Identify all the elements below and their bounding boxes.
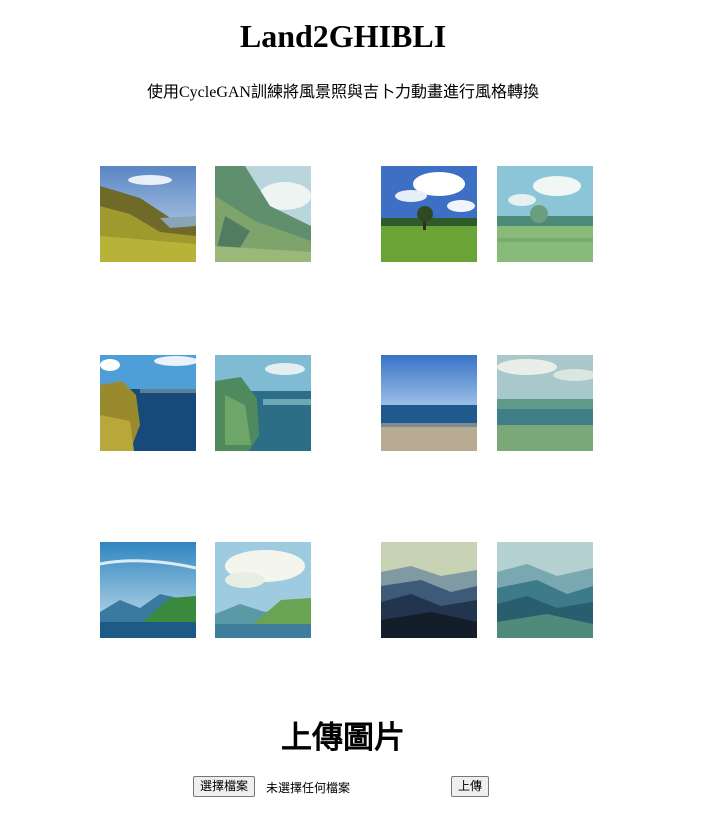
- choose-file-button[interactable]: 選擇檔案: [193, 776, 256, 797]
- sample-converted-image-2: [497, 166, 593, 262]
- sample-converted-image-4: [497, 355, 593, 451]
- page-title: Land2GHIBLI: [239, 18, 447, 54]
- sample-converted-image-1: [215, 166, 311, 262]
- upload-submit-button[interactable]: 上傳: [451, 776, 490, 797]
- file-selection-status: 未選擇任何檔案: [266, 781, 351, 795]
- upload-heading: 上傳圖片: [281, 720, 405, 756]
- sample-original-image-3: [100, 355, 196, 451]
- sample-converted-image-3: [215, 355, 311, 451]
- sample-original-image-2: [381, 166, 477, 262]
- sample-original-image-5: [100, 542, 196, 638]
- sample-converted-image-5: [215, 542, 311, 638]
- sample-original-image-4: [381, 355, 477, 451]
- sample-original-image-1: [100, 166, 196, 262]
- upload-form: 選擇檔案 未選擇任何檔案 上傳: [193, 776, 513, 798]
- sample-converted-image-6: [497, 542, 593, 638]
- sample-original-image-6: [381, 542, 477, 638]
- page-subtitle: 使用CycleGAN訓練將風景照與吉卜力動畫進行風格轉換: [147, 84, 539, 101]
